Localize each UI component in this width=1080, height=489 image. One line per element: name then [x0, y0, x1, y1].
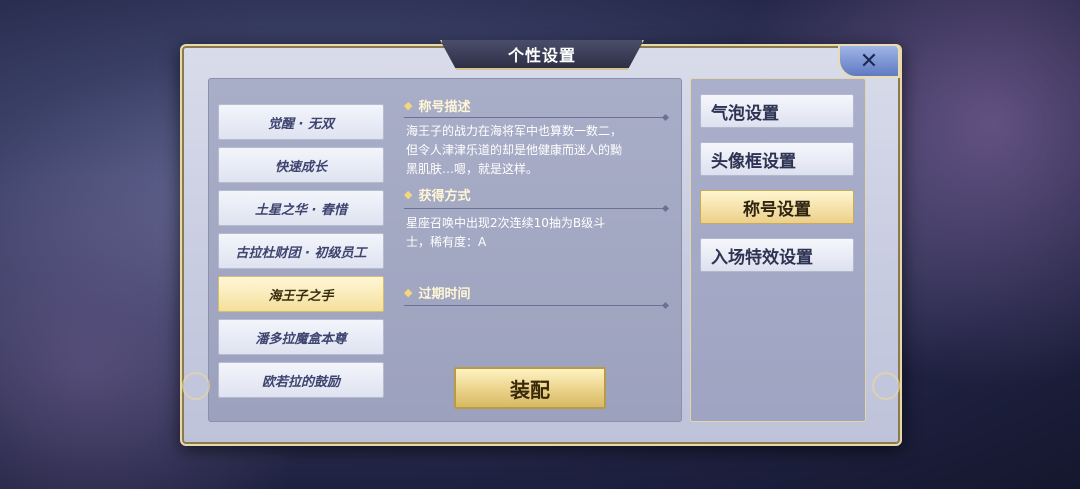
expire-header-label: 过期时间: [418, 286, 471, 302]
divider: [404, 204, 670, 213]
diamond-icon: ◆: [404, 98, 413, 112]
tab-entrance-effect-settings[interactable]: 入场特效设置: [700, 238, 854, 272]
list-item-label: 潘多拉魔盒本尊: [255, 331, 347, 347]
description-text: 海王子的战力在海将军中也算数一数二，但令人津津乐道的却是他健康而迷人的黝黑肌肤……: [406, 124, 623, 176]
obtain-text: 星座召唤中出现2次连续10抽为B级斗士，稀有度：A: [406, 216, 606, 249]
list-item-label: 快速成长: [274, 159, 327, 175]
ornament-icon: [872, 372, 900, 400]
description-header-label: 称号描述: [418, 99, 471, 115]
close-icon: ✕: [859, 48, 879, 74]
diamond-icon: ◆: [404, 187, 413, 201]
equip-button[interactable]: 装配: [454, 367, 606, 409]
list-item-label: 觉醒 · 无双: [268, 116, 334, 132]
list-item[interactable]: 欧若拉的鼓励: [218, 362, 384, 398]
expire-header: ◆ 过期时间: [404, 282, 470, 302]
list-item[interactable]: 觉醒 · 无双: [218, 104, 384, 140]
list-item[interactable]: 潘多拉魔盒本尊: [218, 319, 384, 355]
divider: [404, 301, 670, 310]
list-item-selected[interactable]: 海王子之手: [218, 276, 384, 312]
list-item[interactable]: 土星之华 · 春惜: [218, 190, 384, 226]
tab-label: 称号设置: [743, 199, 811, 220]
tab-label: 气泡设置: [711, 103, 779, 124]
tab-label: 入场特效设置: [711, 247, 813, 268]
list-item[interactable]: 古拉杜财团 · 初级员工: [218, 233, 384, 269]
list-item[interactable]: 快速成长: [218, 147, 384, 183]
dialog-title: 个性设置: [507, 46, 576, 65]
tab-bubble-settings[interactable]: 气泡设置: [700, 94, 854, 128]
equip-button-label: 装配: [510, 377, 550, 402]
obtain-header: ◆ 获得方式: [404, 184, 470, 204]
close-button[interactable]: ✕: [838, 44, 900, 78]
list-item-label: 海王子之手: [268, 288, 334, 304]
divider: [404, 113, 670, 122]
dialog-title-tab: 个性设置: [440, 40, 644, 70]
tab-avatar-frame-settings[interactable]: 头像框设置: [700, 142, 854, 176]
list-item-label: 土星之华 · 春惜: [255, 202, 347, 218]
list-item-label: 欧若拉的鼓励: [261, 374, 340, 390]
ornament-icon: [182, 372, 210, 400]
description-header: ◆ 称号描述: [404, 95, 470, 115]
diamond-icon: ◆: [404, 285, 413, 299]
obtain-header-label: 获得方式: [418, 188, 471, 204]
tab-label: 头像框设置: [711, 151, 796, 172]
title-list[interactable]: 觉醒 · 无双 快速成长 土星之华 · 春惜 古拉杜财团 · 初级员工 海王子之…: [216, 96, 384, 408]
list-item-label: 古拉杜财团 · 初级员工: [235, 245, 367, 261]
tab-title-settings[interactable]: 称号设置: [700, 190, 854, 224]
